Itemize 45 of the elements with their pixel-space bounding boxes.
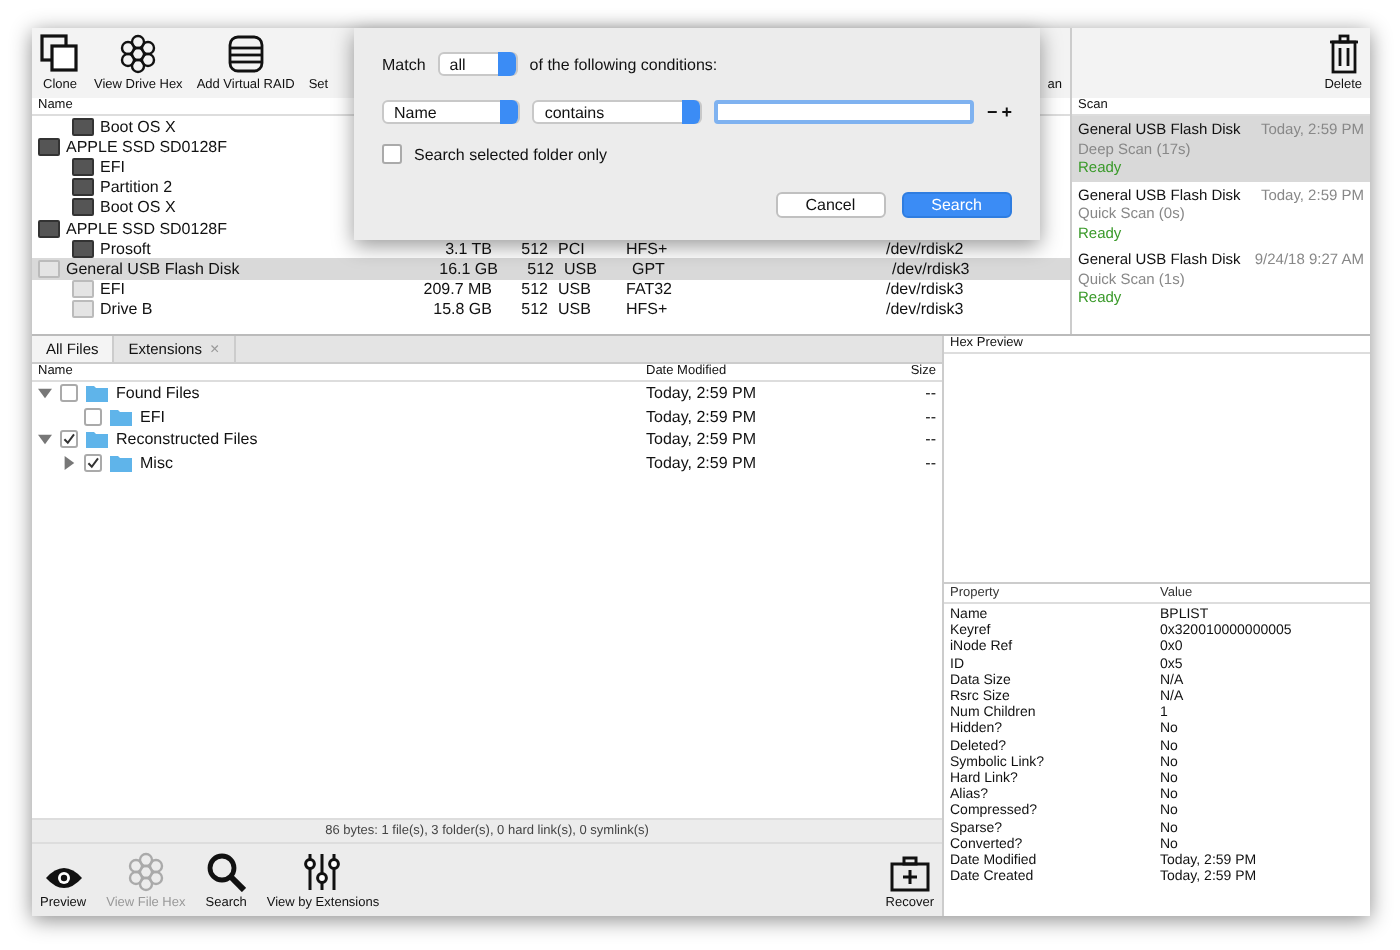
- partition-format: HFS+: [626, 239, 668, 258]
- file-size: --: [923, 407, 938, 426]
- drive-size: 16.1 GB: [439, 259, 498, 278]
- block-size: 512: [521, 239, 548, 258]
- drive-name: Drive B: [100, 300, 153, 319]
- drive-name: Partition 2: [100, 178, 173, 197]
- drive-name: Prosoft: [100, 239, 151, 258]
- device-path: /dev/rdisk3: [892, 259, 970, 278]
- file-size: --: [923, 453, 938, 472]
- date-modified: Today, 2:59 PM: [644, 453, 758, 472]
- partition-format: HFS+: [626, 300, 668, 319]
- block-size: 512: [521, 280, 548, 299]
- drive-size: 15.8 GB: [433, 300, 492, 319]
- device-path: /dev/rdisk3: [886, 280, 964, 299]
- drive-name: General USB Flash Disk: [66, 259, 240, 278]
- file-name: Misc: [140, 453, 173, 472]
- bus-type: PCI: [558, 239, 585, 258]
- drive-name: EFI: [100, 157, 125, 176]
- bus-type: USB: [558, 280, 591, 299]
- conditions-label: of the following conditions:: [529, 55, 718, 73]
- drive-name: APPLE SSD SD0128F: [66, 137, 227, 156]
- bus-type: USB: [558, 300, 591, 319]
- device-path: /dev/rdisk3: [886, 300, 964, 319]
- file-size: --: [923, 384, 938, 403]
- checkbox-label: Search selected folder only: [414, 145, 607, 163]
- file-name: Found Files: [116, 384, 200, 403]
- bus-type: USB: [564, 259, 597, 278]
- drive-name: Boot OS X: [100, 117, 176, 136]
- drive-size: 3.1 TB: [445, 239, 492, 258]
- file-size: --: [923, 430, 938, 449]
- drive-name: APPLE SSD SD0128F: [66, 219, 227, 238]
- file-name: Reconstructed Files: [116, 430, 258, 449]
- partition-format: FAT32: [626, 280, 672, 299]
- drive-name: EFI: [100, 280, 125, 299]
- drive-name: Boot OS X: [100, 198, 176, 217]
- date-modified: Today, 2:59 PM: [644, 384, 758, 403]
- file-name: EFI: [140, 407, 165, 426]
- partition-format: GPT: [632, 259, 665, 278]
- block-size: 512: [527, 259, 554, 278]
- date-modified: Today, 2:59 PM: [644, 407, 758, 426]
- date-modified: Today, 2:59 PM: [644, 430, 758, 449]
- drive-size: 209.7 MB: [423, 280, 492, 299]
- match-label: Match: [382, 55, 426, 73]
- device-path: /dev/rdisk2: [886, 239, 964, 258]
- block-size: 512: [521, 300, 548, 319]
